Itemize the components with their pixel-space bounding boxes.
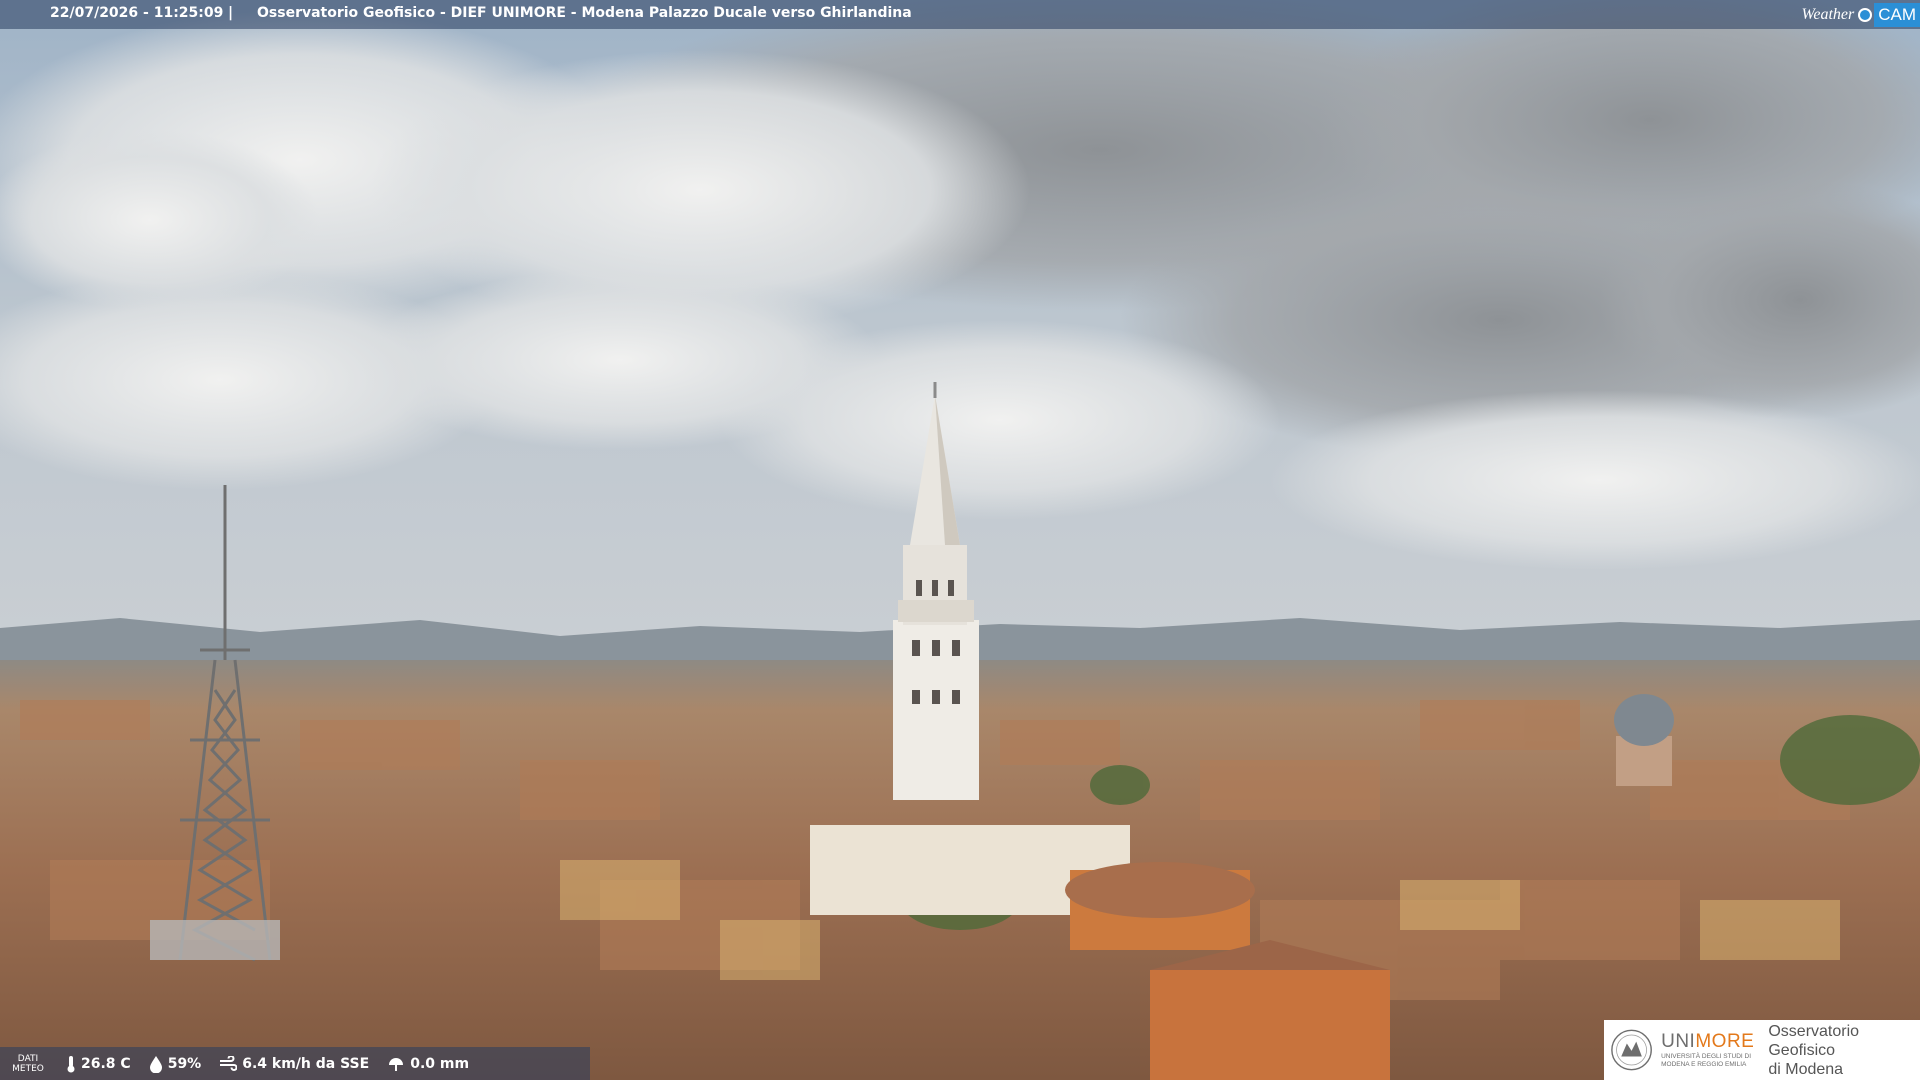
observatory-name: Osservatorio Geofisico di Modena	[1768, 1022, 1860, 1078]
wind-value: 6.4 km/h da SSE	[242, 1055, 370, 1072]
clouds	[0, 0, 1920, 570]
humidity-reading: 59%	[149, 1055, 202, 1073]
wind-reading: 6.4 km/h da SSE	[219, 1055, 370, 1072]
humidity-value: 59%	[167, 1055, 202, 1072]
droplet-icon	[149, 1055, 162, 1073]
rain-reading: 0.0 mm	[387, 1056, 469, 1072]
weather-label: DATI METEO	[12, 1053, 44, 1074]
rain-value: 0.0 mm	[410, 1055, 470, 1072]
church-dome	[1614, 694, 1674, 746]
wind-icon	[220, 1055, 238, 1071]
university-seal-icon	[1611, 1029, 1652, 1071]
brand-weather-text: Weather	[1801, 5, 1855, 23]
title-separator: |	[228, 5, 234, 21]
thermometer-icon	[67, 1055, 75, 1072]
brand-cam-text: CAM	[1874, 2, 1920, 27]
webcam-view	[0, 0, 1920, 1080]
temperature-reading: 26.8 C	[66, 1055, 131, 1073]
temperature-value: 26.8 C	[81, 1055, 131, 1072]
weather-data-bar: DATI METEO 26.8 C 59% 6.4 km/h da SSE 0.…	[0, 1047, 590, 1080]
brand-dot-icon	[1858, 7, 1873, 22]
timestamp: 22/07/2026 - 11:25:09	[50, 5, 224, 21]
unimore-wordmark: UNIMORE UNIVERSITÀ DEGLI STUDI DI MODENA…	[1661, 1031, 1755, 1068]
camera-info-bar: 22/07/2026 - 11:25:09 | Osservatorio Geo…	[0, 0, 1920, 29]
rain-icon	[389, 1057, 404, 1071]
camera-title: Osservatorio Geofisico - DIEF UNIMORE - …	[257, 5, 912, 21]
weathercam-logo: Weather CAM	[1801, 0, 1920, 29]
unimore-observatory-logo: UNIMORE UNIVERSITÀ DEGLI STUDI DI MODENA…	[1604, 1020, 1920, 1080]
